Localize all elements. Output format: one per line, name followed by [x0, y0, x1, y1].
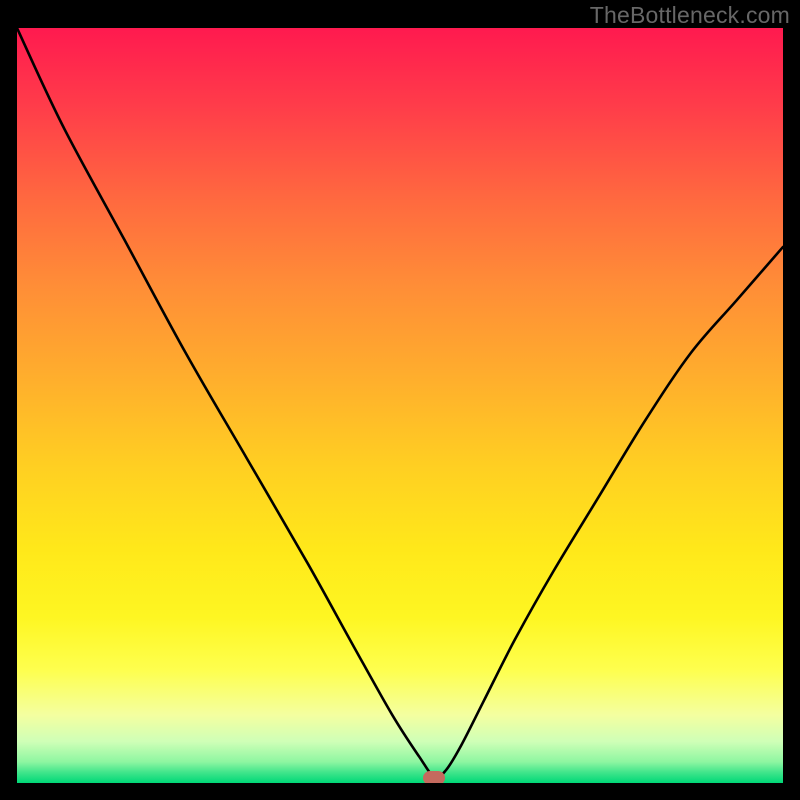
watermark-label: TheBottleneck.com [590, 2, 790, 29]
plot-area [17, 28, 783, 783]
chart-frame: TheBottleneck.com [0, 0, 800, 800]
bottleneck-curve [17, 28, 783, 783]
optimum-marker [423, 771, 445, 783]
